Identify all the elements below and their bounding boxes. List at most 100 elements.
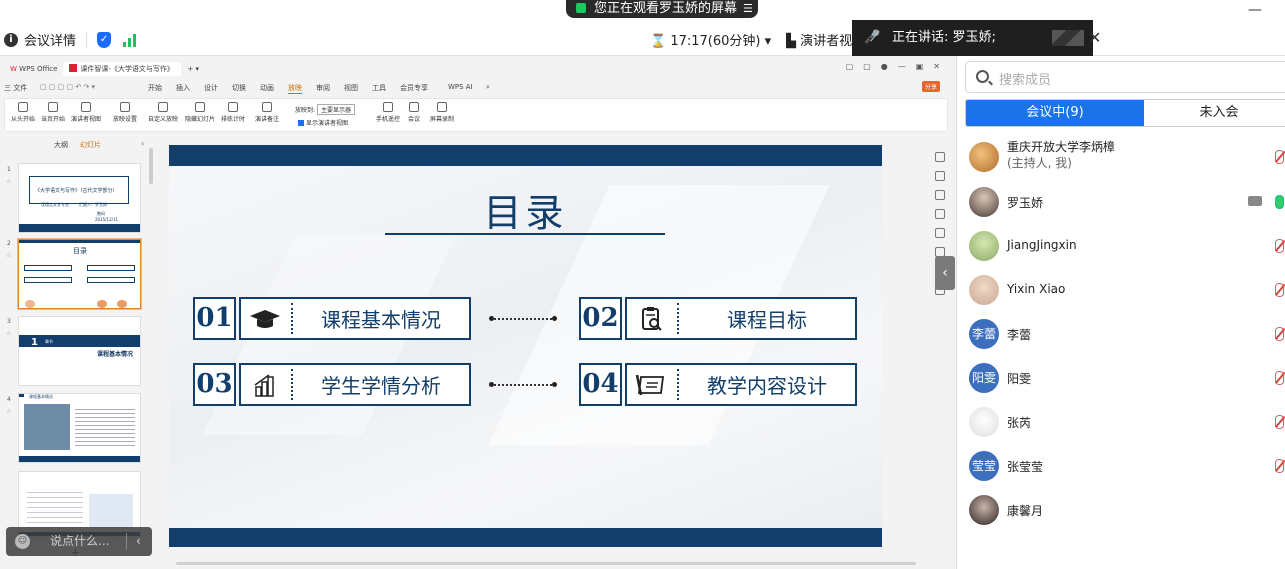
thumbnail-scrollbar[interactable] <box>149 148 153 184</box>
menu-transition[interactable]: 切换 <box>232 83 246 93</box>
member-row[interactable]: JiangJingxin <box>957 224 1285 268</box>
menu-slideshow[interactable]: 放映 <box>288 83 302 94</box>
chevron-left-icon[interactable]: ‹ <box>136 527 141 556</box>
avatar <box>969 495 999 525</box>
from-current-button[interactable]: 当页开始 <box>41 102 65 123</box>
slide-thumbnail-2[interactable]: 目录 <box>18 239 141 309</box>
meeting-button[interactable]: 会议 <box>408 102 420 123</box>
toolbar-tool-icon[interactable] <box>935 209 945 219</box>
presenter-view-button[interactable]: ▙ 演讲者视 <box>786 30 852 49</box>
star-icon[interactable]: ☆ <box>6 408 11 415</box>
mic-muted-icon[interactable] <box>1275 415 1284 429</box>
rehearse-button[interactable]: 排练计时 <box>221 102 245 123</box>
menu-home[interactable]: 开始 <box>148 83 162 93</box>
wps-document-tab[interactable]: 课件智课-《大学语文与写作》 <box>63 62 182 76</box>
mic-muted-icon[interactable] <box>1275 283 1284 297</box>
toolbar-tool-icon[interactable] <box>935 152 945 162</box>
thumb-action-icon[interactable] <box>97 300 107 308</box>
toolbar-tool-icon[interactable] <box>935 228 945 238</box>
collapse-panel-icon[interactable]: ‹ <box>141 139 144 148</box>
mic-muted-icon[interactable] <box>1275 239 1284 253</box>
toolbar-tool-icon[interactable] <box>935 190 945 200</box>
member-row[interactable]: 重庆开放大学李炳樟 (主持人, 我) <box>957 135 1285 179</box>
slide-thumbnail-1[interactable]: 《大学语文与写作》（古代文学部分） 汉语言文学专业 汇报人：罗玉娇 数码 202… <box>18 163 141 233</box>
quick-access-icons[interactable]: ▢ ▢ ▢ ▢ ↶ ↷ ▾ <box>40 83 95 91</box>
presenter-view-ribbon-button[interactable]: 演讲者视图 <box>71 102 101 123</box>
menu-view[interactable]: 视图 <box>344 83 358 93</box>
show-settings-button[interactable]: 放映设置 <box>113 102 137 123</box>
item-number-04: 04 <box>579 363 622 406</box>
play-icon <box>18 102 28 112</box>
menu-tools[interactable]: 工具 <box>372 83 386 93</box>
menu-wps-ai[interactable]: WPS AI <box>448 83 473 91</box>
tab-slides[interactable]: 幻灯片 <box>80 141 101 149</box>
mic-muted-icon[interactable] <box>1275 371 1284 385</box>
member-row[interactable]: 罗玉娇 <box>957 180 1285 224</box>
chevron-down-icon[interactable]: ▾ <box>765 34 772 49</box>
tab-outline[interactable]: 大纲 <box>54 141 68 149</box>
slide-thumbnail-3[interactable]: 1 章节 课程基本情况 <box>18 316 141 386</box>
mic-muted-icon[interactable] <box>1275 459 1284 473</box>
thumb-add-icon[interactable] <box>117 300 127 308</box>
shield-icon[interactable]: ✓ <box>97 31 112 48</box>
toolbar-tool-icon[interactable] <box>935 171 945 181</box>
members-panel: 搜索成员 会议中(9) 未入会 重庆开放大学李炳樟 (主持人, 我) 罗玉娇 Ji… <box>956 56 1285 569</box>
close-icon[interactable]: ✕ <box>1088 28 1101 47</box>
menu-review[interactable]: 审阅 <box>316 83 330 93</box>
menu-animation[interactable]: 动画 <box>260 83 274 93</box>
slide-bottom-band <box>169 528 882 547</box>
slide-thumbnail-4[interactable]: 课程基本情况 <box>18 393 141 463</box>
search-icon[interactable]: ⌕ <box>486 83 490 92</box>
settings-icon <box>120 102 130 112</box>
meeting-timer[interactable]: ⌛ 17:17(60分钟) ▾ <box>650 30 771 49</box>
meeting-details-link[interactable]: 会议详情 <box>24 30 76 49</box>
wps-app-tab[interactable]: W WPS Office <box>4 62 63 76</box>
screen-share-banner[interactable]: 您正在观看罗玉娇的屏幕 ☰ <box>566 0 758 18</box>
tab-not-joined[interactable]: 未入会 <box>1144 100 1285 126</box>
wps-window-controls[interactable]: ▢▢●—▣✕ <box>846 62 950 71</box>
tab-in-meeting[interactable]: 会议中(9) <box>966 100 1144 126</box>
mic-muted-icon[interactable] <box>1275 150 1284 164</box>
custom-show-button[interactable]: 自定义放映 <box>148 102 178 123</box>
more-icon[interactable]: ☰ <box>743 2 753 15</box>
star-icon[interactable]: ☆ <box>6 330 11 337</box>
show-on-select[interactable]: 放映到: 主要显示器 <box>295 104 356 115</box>
phone-remote-button[interactable]: 手机遥控 <box>376 102 400 123</box>
hide-slide-button[interactable]: 隐藏幻灯片 <box>185 102 215 123</box>
menu-member[interactable]: 会员专享 <box>400 83 428 93</box>
wps-share-button[interactable]: 分享 <box>922 81 941 92</box>
presenter-notes-button[interactable]: 演讲备注 <box>255 102 279 123</box>
screen-share-icon[interactable] <box>1248 196 1262 206</box>
info-icon[interactable]: i <box>4 32 18 47</box>
chat-input[interactable]: ☺ 说点什么... ‹ <box>6 527 152 556</box>
mic-muted-icon[interactable]: 🎤̸ <box>864 20 880 56</box>
menu-file[interactable]: 三 文件 <box>4 83 27 93</box>
member-row[interactable]: 阳雯 阳雯 <box>957 356 1285 400</box>
video-icon <box>409 102 419 112</box>
member-row[interactable]: Yixin Xiao <box>957 268 1285 312</box>
member-row[interactable]: 康馨月 <box>957 488 1285 532</box>
horizontal-scrollbar[interactable] <box>176 562 916 565</box>
show-presenter-checkbox[interactable]: 显示演讲者视图 <box>298 118 348 127</box>
member-search[interactable]: 搜索成员 <box>965 61 1285 93</box>
member-row[interactable]: 莹莹 张莹莹 <box>957 444 1285 488</box>
new-tab-button[interactable]: + ▾ <box>181 62 205 76</box>
member-row[interactable]: 张芮 <box>957 400 1285 444</box>
member-row[interactable]: 李蕾 李蕾 <box>957 312 1285 356</box>
collapse-sidebar-button[interactable]: ‹ <box>935 256 955 290</box>
thumb-play-icon[interactable] <box>25 300 35 308</box>
slide-canvas[interactable]: 目录 01 课程基本情况 02 课程目标 03 学生学情分析 04 教学内容设计 <box>169 145 882 547</box>
screen-record-button[interactable]: 屏幕录制 <box>430 102 454 123</box>
minimize-button[interactable]: — <box>1248 2 1262 18</box>
mic-muted-icon[interactable] <box>1275 327 1284 341</box>
menu-insert[interactable]: 插入 <box>176 83 190 93</box>
star-icon[interactable]: ☆ <box>6 252 11 259</box>
signal-strength-icon[interactable] <box>123 33 137 47</box>
from-start-button[interactable]: 从头开始 <box>11 102 35 123</box>
menu-design[interactable]: 设计 <box>204 83 218 93</box>
star-icon[interactable]: ☆ <box>6 178 11 185</box>
mic-active-icon[interactable] <box>1275 195 1284 209</box>
thumb-box <box>89 494 133 528</box>
emoji-icon[interactable]: ☺ <box>15 534 30 549</box>
speaker-avatar-placeholder <box>1052 30 1084 46</box>
